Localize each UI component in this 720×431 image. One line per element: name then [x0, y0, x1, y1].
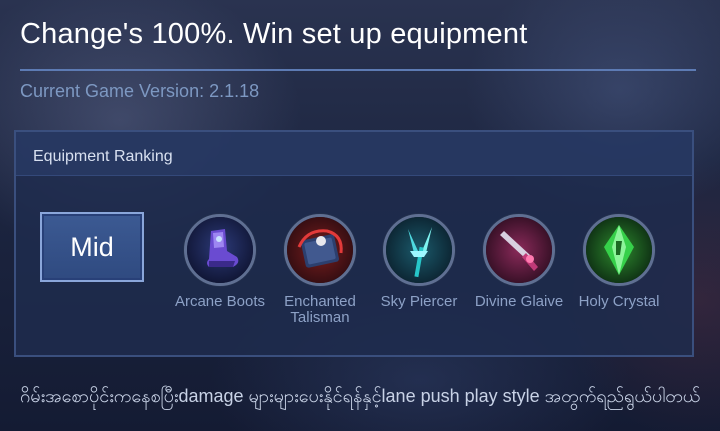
- item-label: Divine Glaive: [474, 293, 564, 310]
- lane-label: Mid: [70, 231, 114, 262]
- item-divine-glaive[interactable]: Divine Glaive: [469, 214, 569, 310]
- holy-crystal-icon: [583, 214, 655, 286]
- game-version: Current Game Version: 2.1.18: [20, 81, 260, 101]
- title-divider: [20, 69, 696, 71]
- item-sky-piercer[interactable]: Sky Piercer: [369, 214, 469, 310]
- item-label: Enchanted Talisman: [284, 293, 356, 326]
- panel-heading: Equipment Ranking: [16, 132, 692, 176]
- lane-mid-button[interactable]: Mid: [40, 212, 144, 282]
- equipment-ranking-panel: Equipment Ranking Mid Arcane Boots Encha…: [14, 130, 694, 357]
- divine-glaive-icon: [483, 214, 555, 286]
- sky-piercer-icon: [383, 214, 455, 286]
- arcane-boots-icon: [184, 214, 256, 286]
- item-holy-crystal[interactable]: Holy Crystal: [569, 214, 669, 310]
- item-label: Sky Piercer: [380, 293, 458, 310]
- enchanted-talisman-icon: [284, 214, 356, 286]
- item-label: Holy Crystal: [578, 293, 660, 310]
- item-label: Arcane Boots: [174, 293, 266, 310]
- item-enchanted-talisman[interactable]: Enchanted Talisman: [270, 214, 370, 326]
- item-arcane-boots[interactable]: Arcane Boots: [170, 214, 270, 310]
- page-title: Change's 100%. Win set up equipment: [20, 18, 528, 50]
- strategy-note: ဂိမ်းအစောပိုင်းကနေစပြီးdamage များများပေ…: [20, 386, 701, 406]
